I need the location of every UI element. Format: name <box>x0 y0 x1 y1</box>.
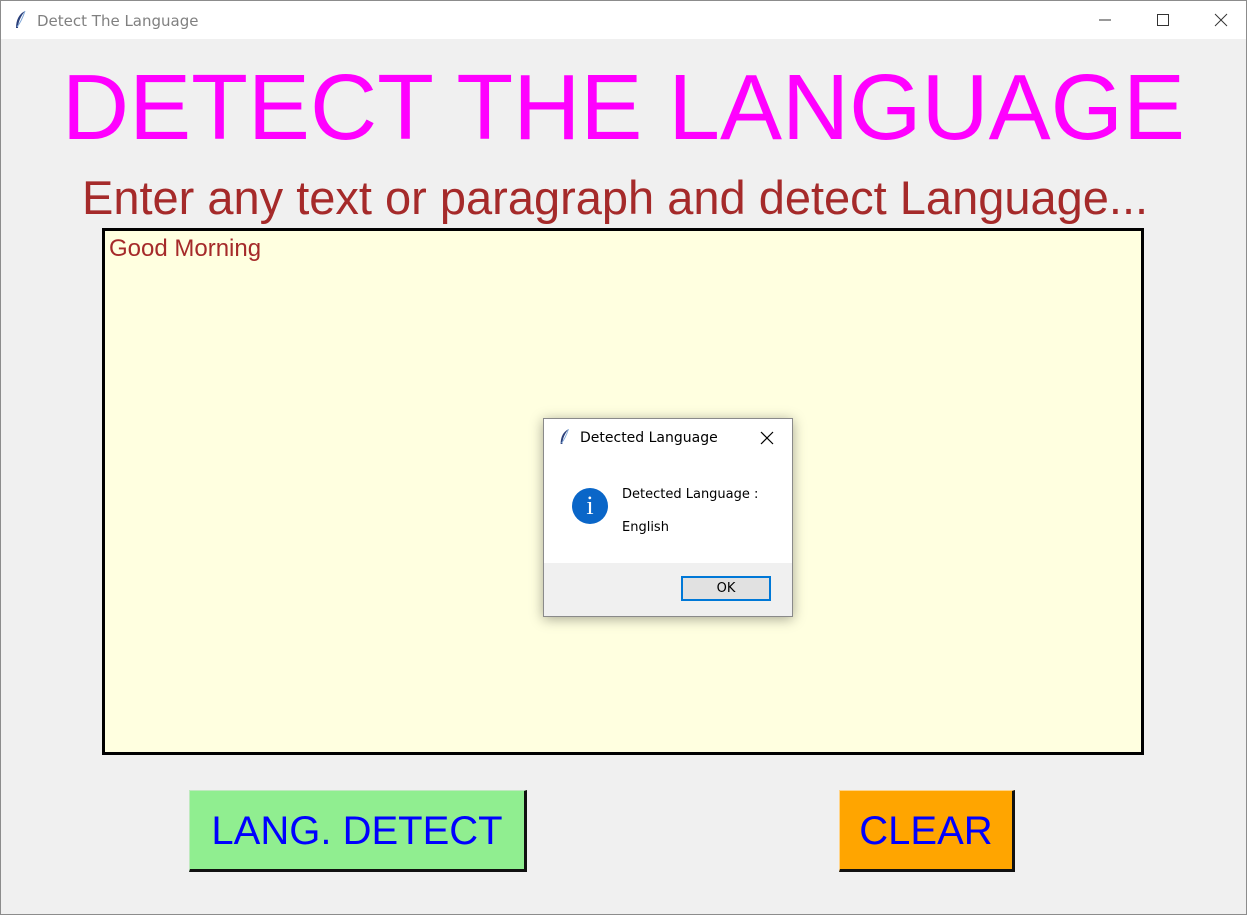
info-icon: i <box>572 488 608 524</box>
minimize-icon <box>1099 19 1111 21</box>
feather-icon <box>560 428 569 444</box>
dialog-message-label: Detected Language : <box>622 487 759 502</box>
dialog-message-value: English <box>622 520 669 535</box>
dialog-close-icon[interactable] <box>758 429 776 447</box>
maximize-icon <box>1157 14 1169 26</box>
feather-icon <box>16 10 26 28</box>
app-window: Detect The Language DETECT THE LANGUAGE … <box>0 0 1247 915</box>
close-button[interactable] <box>1192 1 1246 39</box>
instruction-label: Enter any text or paragraph and detect L… <box>82 171 1149 224</box>
page-heading: DETECT THE LANGUAGE <box>61 55 1186 159</box>
dialog-title: Detected Language <box>580 430 718 446</box>
window-title: Detect The Language <box>37 12 199 30</box>
minimize-button[interactable] <box>1076 1 1134 39</box>
clear-button[interactable]: CLEAR <box>839 790 1015 872</box>
maximize-button[interactable] <box>1134 1 1192 39</box>
detected-language-dialog: Detected Language i Detected Language : … <box>543 418 793 617</box>
ok-button[interactable]: OK <box>681 576 771 601</box>
close-icon <box>1214 13 1228 27</box>
text-input-value: Good Morning <box>109 235 262 262</box>
dialog-footer: OK <box>544 563 792 616</box>
title-bar: Detect The Language <box>1 1 1246 39</box>
lang-detect-button[interactable]: LANG. DETECT <box>189 790 527 872</box>
